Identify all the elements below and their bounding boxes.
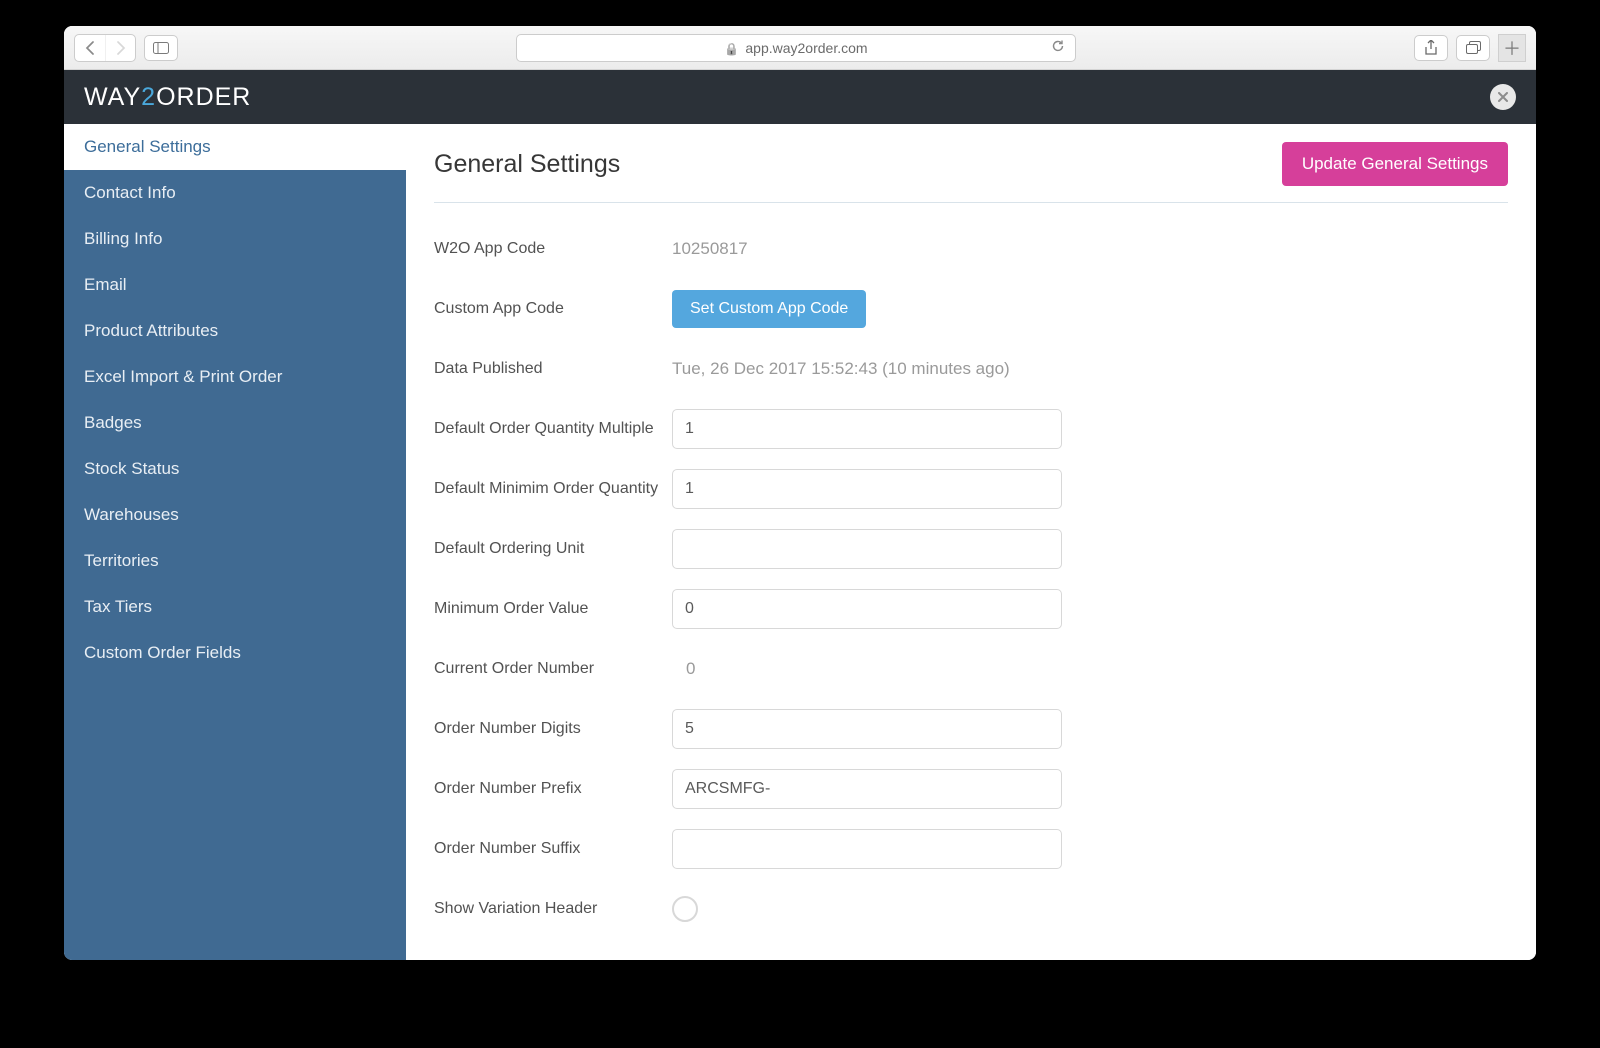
logo-part-two: 2 xyxy=(141,83,156,111)
sidebar-item-label: Territories xyxy=(84,551,159,570)
share-icon xyxy=(1424,40,1438,56)
set-custom-app-code-button[interactable]: Set Custom App Code xyxy=(672,290,866,328)
label-show-variation-header: Show Variation Header xyxy=(434,900,672,918)
label-default-qty-multiple: Default Order Quantity Multiple xyxy=(434,420,672,438)
row-w2o-app-code: W2O App Code 10250817 xyxy=(434,229,1508,269)
row-show-variation-header: Show Variation Header xyxy=(434,889,1508,929)
sidebar-item-label: Badges xyxy=(84,413,142,432)
sidebar-item-label: Custom Order Fields xyxy=(84,643,241,662)
sidebar: General Settings Contact Info Billing In… xyxy=(64,124,406,960)
label-order-number-digits: Order Number Digits xyxy=(434,720,672,738)
sidebar-item-label: Product Attributes xyxy=(84,321,218,340)
label-default-unit: Default Ordering Unit xyxy=(434,540,672,558)
sidebar-item-label: Contact Info xyxy=(84,183,176,202)
label-order-number-suffix: Order Number Suffix xyxy=(434,840,672,858)
chevron-left-icon xyxy=(85,41,95,55)
sidebar-item-badges[interactable]: Badges xyxy=(64,400,406,446)
forward-button[interactable] xyxy=(105,35,135,61)
value-current-order-number: 0 xyxy=(672,659,695,679)
sidebar-item-product-attributes[interactable]: Product Attributes xyxy=(64,308,406,354)
sidebar-item-warehouses[interactable]: Warehouses xyxy=(64,492,406,538)
lock-icon xyxy=(724,40,739,56)
sidebar-item-custom-order-fields[interactable]: Custom Order Fields xyxy=(64,630,406,676)
sidebar-item-label: Warehouses xyxy=(84,505,179,524)
input-order-number-suffix[interactable] xyxy=(672,829,1062,869)
app-header: WAY2ORDER xyxy=(64,70,1536,124)
row-order-number-digits: Order Number Digits xyxy=(434,709,1508,749)
row-current-order-number: Current Order Number 0 xyxy=(434,649,1508,689)
sidebar-item-excel-import[interactable]: Excel Import & Print Order xyxy=(64,354,406,400)
row-default-qty-multiple: Default Order Quantity Multiple xyxy=(434,409,1508,449)
row-custom-app-code: Custom App Code Set Custom App Code xyxy=(434,289,1508,329)
device-frame: app.way2order.com ＋ WAY2ORDER xyxy=(48,10,1552,1010)
sidebar-item-label: General Settings xyxy=(84,137,211,156)
logo-part-way: WAY xyxy=(84,83,141,111)
tabs-icon xyxy=(1466,41,1481,54)
nav-button-group xyxy=(74,34,136,62)
input-min-order-value[interactable] xyxy=(672,589,1062,629)
reload-button[interactable] xyxy=(1051,39,1065,56)
label-data-published: Data Published xyxy=(434,360,672,378)
label-current-order-number: Current Order Number xyxy=(434,660,672,678)
label-order-number-prefix: Order Number Prefix xyxy=(434,780,672,798)
sidebar-item-billing-info[interactable]: Billing Info xyxy=(64,216,406,262)
row-order-number-suffix: Order Number Suffix xyxy=(434,829,1508,869)
row-min-order-value: Minimum Order Value xyxy=(434,589,1508,629)
input-default-qty-multiple[interactable] xyxy=(672,409,1062,449)
chevron-right-icon xyxy=(116,41,126,55)
address-bar[interactable]: app.way2order.com xyxy=(516,34,1076,62)
input-default-min-qty[interactable] xyxy=(672,469,1062,509)
sidebar-item-label: Email xyxy=(84,275,127,294)
right-chrome-group: ＋ xyxy=(1414,34,1526,62)
sidebar-item-label: Billing Info xyxy=(84,229,162,248)
app-body: General Settings Contact Info Billing In… xyxy=(64,124,1536,960)
close-icon xyxy=(1498,92,1508,102)
label-custom-app-code: Custom App Code xyxy=(434,300,672,318)
sidebar-item-label: Tax Tiers xyxy=(84,597,152,616)
logo-part-order: ORDER xyxy=(156,83,251,111)
sidebar-item-label: Excel Import & Print Order xyxy=(84,367,282,386)
row-default-unit: Default Ordering Unit xyxy=(434,529,1508,569)
input-order-number-digits[interactable] xyxy=(672,709,1062,749)
page-header: General Settings Update General Settings xyxy=(434,142,1508,203)
sidebar-item-label: Stock Status xyxy=(84,459,179,478)
sidebar-item-stock-status[interactable]: Stock Status xyxy=(64,446,406,492)
sidebar-icon xyxy=(153,42,169,54)
share-button[interactable] xyxy=(1414,35,1448,61)
row-order-number-prefix: Order Number Prefix xyxy=(434,769,1508,809)
new-tab-button[interactable]: ＋ xyxy=(1498,34,1526,62)
tabs-button[interactable] xyxy=(1456,35,1490,61)
row-default-min-qty: Default Minimim Order Quantity xyxy=(434,469,1508,509)
browser-window: app.way2order.com ＋ WAY2ORDER xyxy=(64,26,1536,960)
sidebar-item-tax-tiers[interactable]: Tax Tiers xyxy=(64,584,406,630)
sidebar-item-territories[interactable]: Territories xyxy=(64,538,406,584)
close-button[interactable] xyxy=(1490,84,1516,110)
update-settings-button[interactable]: Update General Settings xyxy=(1282,142,1508,186)
label-w2o-app-code: W2O App Code xyxy=(434,240,672,258)
sidebar-item-general-settings[interactable]: General Settings xyxy=(64,124,406,170)
back-button[interactable] xyxy=(75,35,105,61)
main-content: General Settings Update General Settings… xyxy=(406,124,1536,960)
toggle-show-variation-header[interactable] xyxy=(672,896,698,922)
app-logo: WAY2ORDER xyxy=(84,83,251,112)
sidebar-item-email[interactable]: Email xyxy=(64,262,406,308)
value-data-published: Tue, 26 Dec 2017 15:52:43 (10 minutes ag… xyxy=(672,359,1010,379)
row-data-published: Data Published Tue, 26 Dec 2017 15:52:43… xyxy=(434,349,1508,389)
reload-icon xyxy=(1051,39,1065,53)
url-host: app.way2order.com xyxy=(745,40,867,56)
page-title: General Settings xyxy=(434,150,620,179)
label-default-min-qty: Default Minimim Order Quantity xyxy=(434,480,672,498)
sidebar-toggle-button[interactable] xyxy=(144,35,178,61)
value-w2o-app-code: 10250817 xyxy=(672,239,748,259)
label-min-order-value: Minimum Order Value xyxy=(434,600,672,618)
browser-toolbar: app.way2order.com ＋ xyxy=(64,26,1536,70)
input-default-unit[interactable] xyxy=(672,529,1062,569)
input-order-number-prefix[interactable] xyxy=(672,769,1062,809)
sidebar-item-contact-info[interactable]: Contact Info xyxy=(64,170,406,216)
